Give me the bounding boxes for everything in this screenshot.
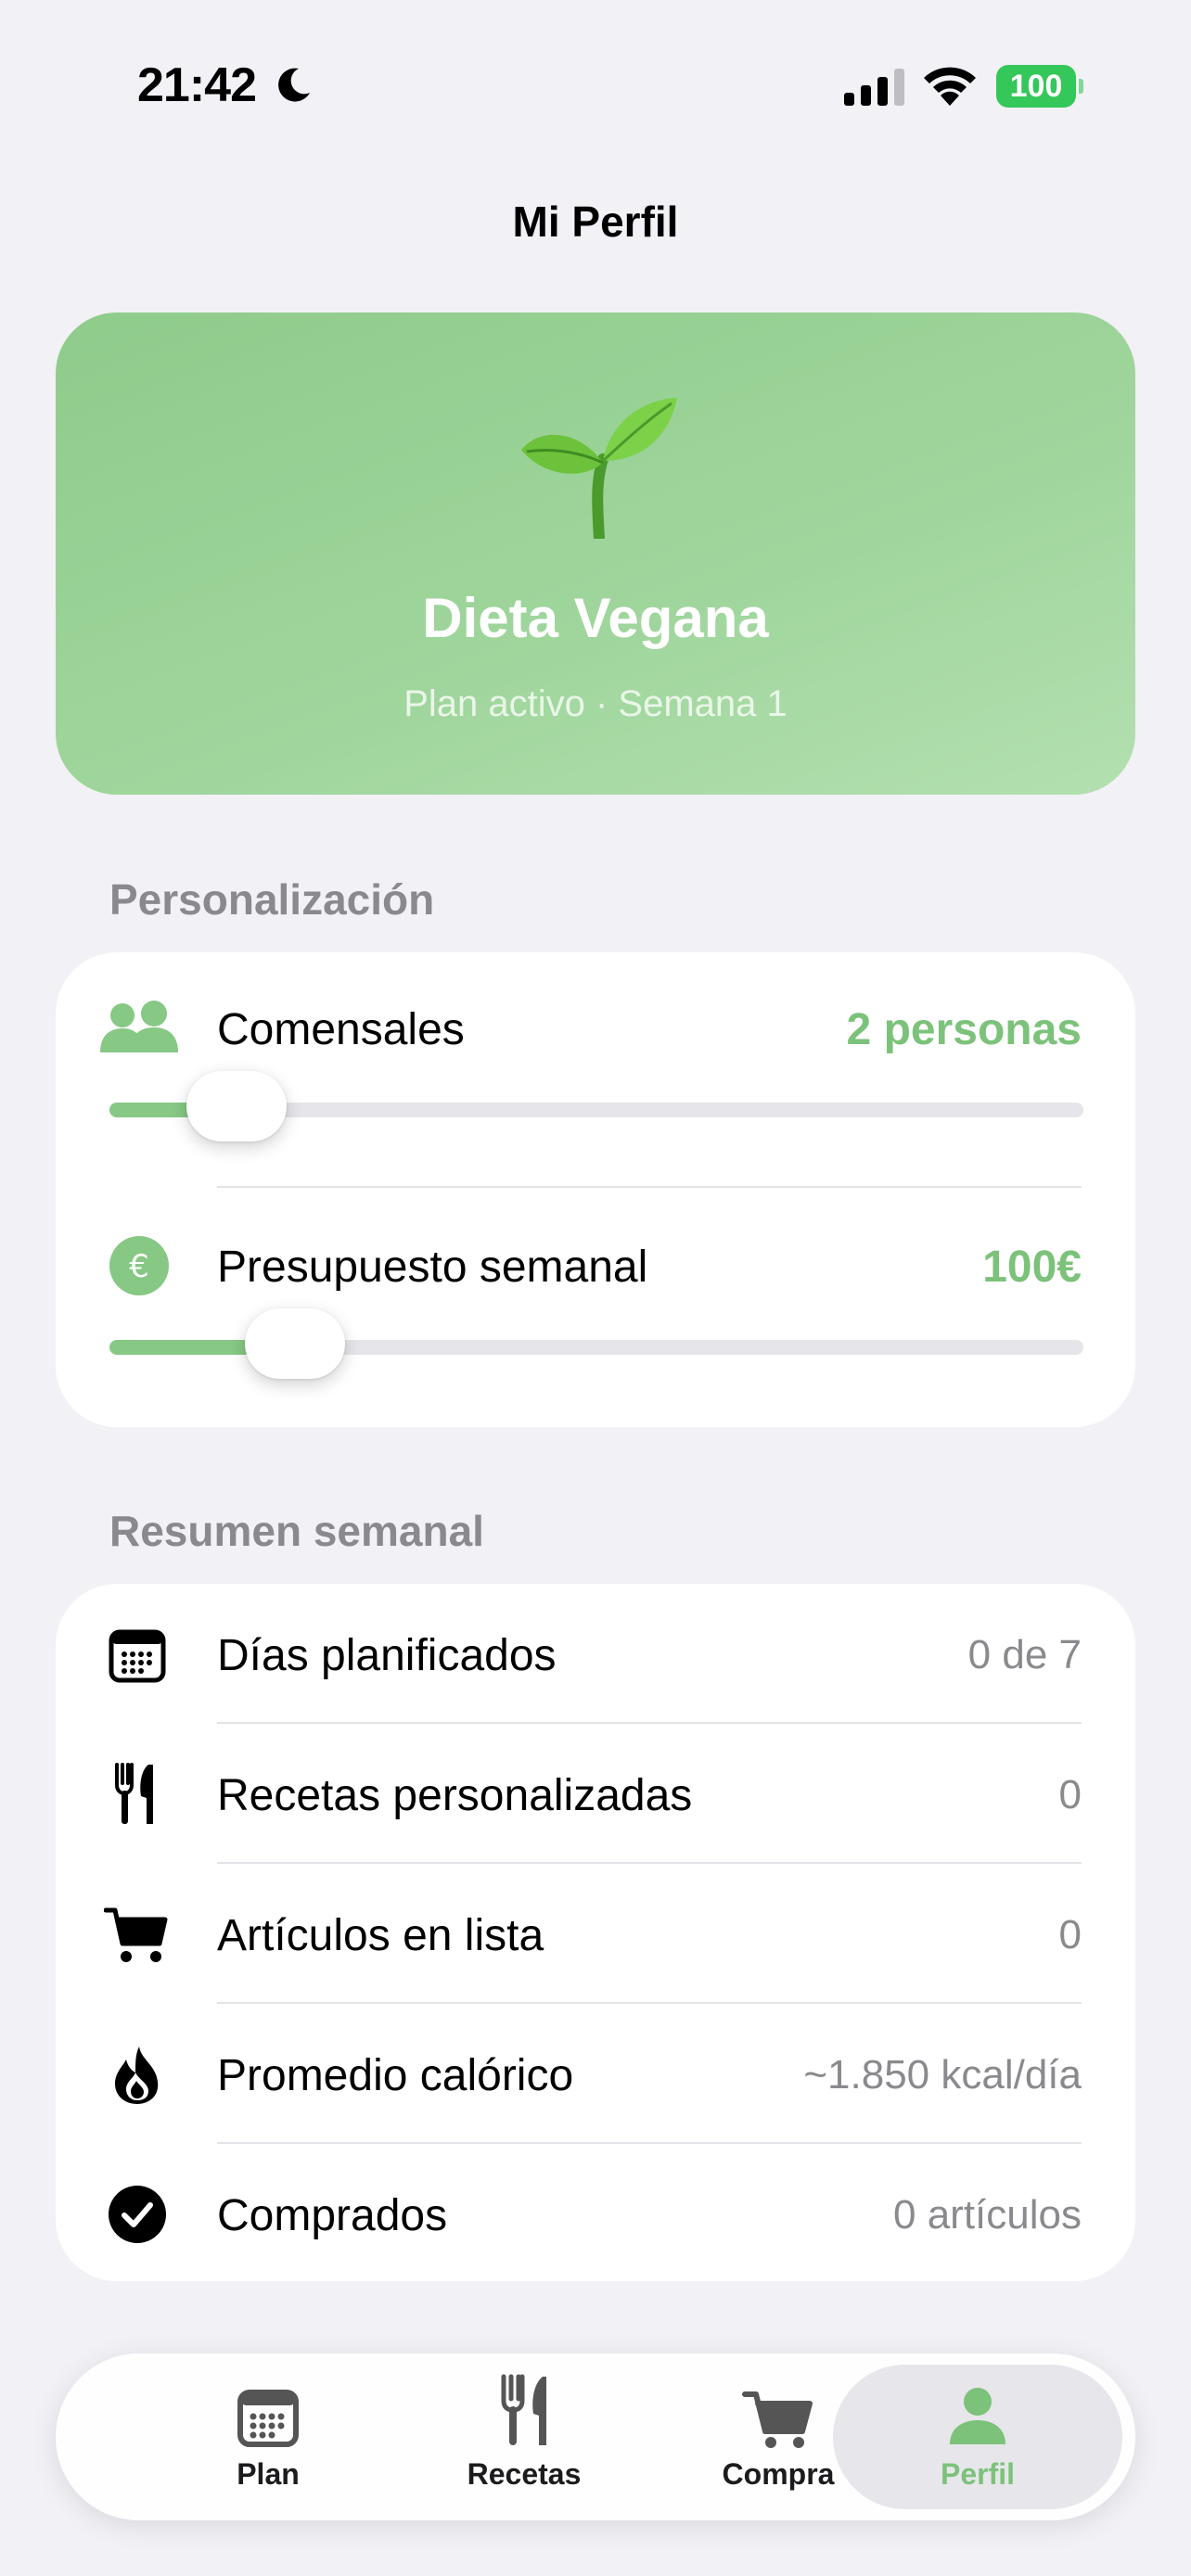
summary-card: Días planificados 0 de 7 Recetas persona… <box>56 1584 1135 2281</box>
battery-level: 100 <box>996 65 1076 108</box>
summary-row-label: Días planificados <box>217 1631 557 1680</box>
status-bar: 21:42 100 <box>0 0 1191 176</box>
summary-row-value: ~1.850 kcal/día <box>803 2052 1082 2098</box>
diet-subtitle: Plan activo · Semana 1 <box>403 683 788 724</box>
diet-title: Dieta Vegana <box>422 587 769 649</box>
summary-row-label: Recetas personalizadas <box>217 1771 693 1820</box>
status-time: 21:42 <box>137 58 257 112</box>
diners-label: Comensales <box>217 1005 465 1054</box>
summary-row-label: Comprados <box>217 2191 448 2240</box>
summary-row-purchased: Comprados 0 artículos <box>56 2144 1135 2284</box>
svg-text:€: € <box>129 1248 149 1285</box>
battery-nub <box>1079 79 1083 94</box>
people-icon <box>100 1001 178 1052</box>
tab-label: Recetas <box>467 2457 582 2491</box>
diners-slider-thumb[interactable] <box>186 1071 287 1141</box>
summary-row-calories: Promedio calórico ~1.850 kcal/día <box>56 2004 1135 2144</box>
sprout-icon <box>521 398 677 539</box>
cart-icon <box>104 1907 168 1962</box>
summary-row-days: Días planificados 0 de 7 <box>56 1584 1135 1724</box>
tab-recetas[interactable]: Recetas <box>408 2353 640 2520</box>
budget-slider[interactable] <box>109 1308 1083 1379</box>
budget-label: Presupuesto semanal <box>217 1243 648 1292</box>
moon-icon <box>278 68 310 102</box>
section-label-summary: Resumen semanal <box>109 1507 484 1555</box>
battery-indicator: 100 <box>996 65 1083 108</box>
section-label-personalization: Personalización <box>109 875 435 924</box>
cellular-signal-icon <box>844 69 904 106</box>
page-title: Mi Perfil <box>512 198 679 246</box>
summary-row-recipes: Recetas personalizadas 0 <box>56 1724 1135 1864</box>
divider <box>217 1186 1082 1188</box>
summary-row-list-items: Artículos en lista 0 <box>56 1864 1135 2004</box>
summary-row-label: Promedio calórico <box>217 2051 574 2100</box>
tab-label: Compra <box>722 2457 835 2491</box>
summary-row-value: 0 de 7 <box>967 1632 1082 1677</box>
budget-value: 100€ <box>982 1243 1082 1292</box>
checkmark-circle-icon <box>109 2186 166 2243</box>
tab-perfil[interactable]: Perfil <box>862 2353 1094 2520</box>
tab-label: Plan <box>237 2457 300 2491</box>
tab-label: Perfil <box>940 2457 1016 2491</box>
summary-row-label: Artículos en lista <box>217 1911 544 1960</box>
cart-icon <box>742 2391 813 2448</box>
person-icon <box>950 2388 1005 2444</box>
flame-icon <box>115 2047 159 2104</box>
diet-hero-card[interactable]: Dieta Vegana Plan activo · Semana 1 <box>56 312 1135 795</box>
summary-row-value: 0 <box>1058 1912 1082 1958</box>
calendar-icon <box>237 2390 299 2447</box>
wifi-icon <box>924 67 976 106</box>
diners-slider[interactable] <box>109 1071 1083 1141</box>
calendar-icon <box>109 1629 166 1683</box>
personalization-card: Comensales 2 personas € Presupuesto sema… <box>56 952 1135 1427</box>
tab-bar: Plan Recetas Compra Perfil <box>56 2353 1135 2520</box>
summary-row-value: 0 artículos <box>893 2192 1082 2238</box>
summary-row-value: 0 <box>1058 1772 1082 1817</box>
budget-slider-thumb[interactable] <box>244 1308 345 1379</box>
fork-knife-icon <box>115 1763 153 1824</box>
fork-knife-icon <box>501 2374 546 2445</box>
tab-plan[interactable]: Plan <box>152 2353 384 2520</box>
euro-icon: € <box>109 1236 169 1295</box>
diners-value: 2 personas <box>846 1005 1082 1054</box>
tab-compra[interactable]: Compra <box>662 2353 894 2520</box>
